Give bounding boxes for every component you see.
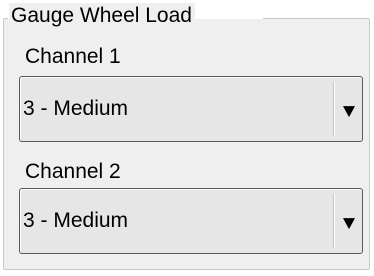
- channel-2-label: Channel 2: [25, 160, 121, 183]
- gauge-wheel-load-group: Channel 1 3 - Medium Channel 2 3 - Mediu…: [3, 18, 370, 270]
- gauge-wheel-load-panel: Channel 1 3 - Medium Channel 2 3 - Mediu…: [0, 0, 374, 276]
- channel-2-dropdown[interactable]: 3 - Medium: [19, 188, 363, 254]
- channel-1-selected-value: 3 - Medium: [23, 97, 129, 120]
- channel-1-dropdown[interactable]: 3 - Medium: [19, 76, 363, 142]
- channel-2-selected-value: 3 - Medium: [23, 209, 129, 232]
- dropdown-divider: [333, 82, 335, 136]
- triangle-down-icon[interactable]: [342, 104, 356, 118]
- channel-1-label: Channel 1: [25, 45, 121, 68]
- group-title: Gauge Wheel Load: [9, 3, 195, 29]
- dropdown-divider: [333, 194, 335, 248]
- triangle-down-icon[interactable]: [342, 216, 356, 230]
